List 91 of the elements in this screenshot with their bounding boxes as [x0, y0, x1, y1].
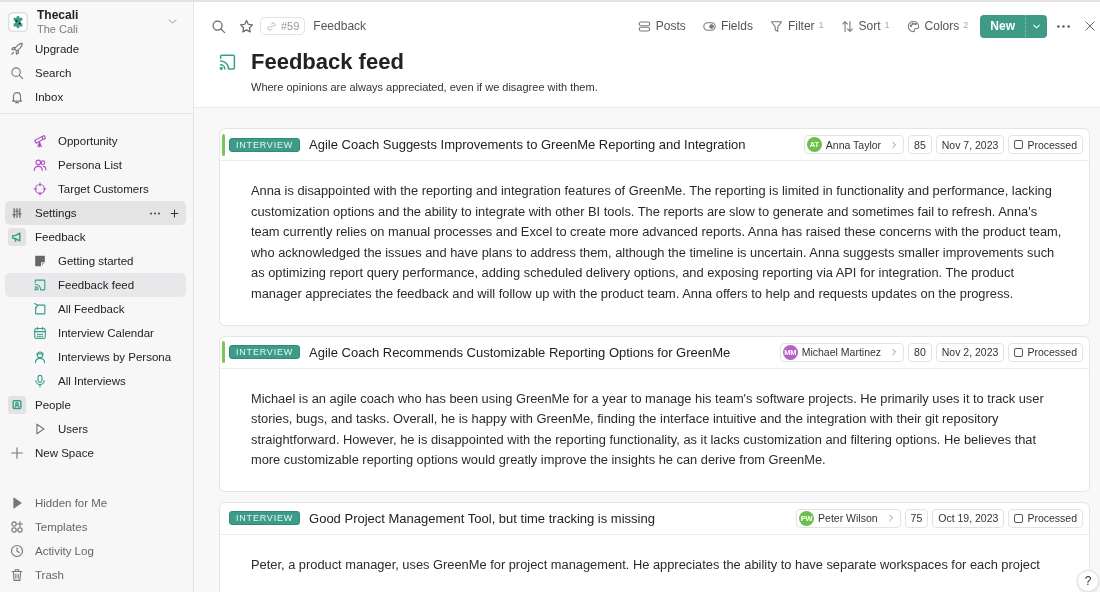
toggle-icon [702, 19, 716, 33]
post-body: Peter, a product manager, uses GreenMe for project management. He appreciates the ability to have separate workspaces for each project [251, 555, 1040, 574]
chevron-right-icon [886, 514, 895, 523]
post-title: Agile Coach Suggests Improvements to GreenMe Reporting and Integration [309, 137, 746, 152]
feed-icon [217, 52, 238, 72]
plus-icon[interactable] [170, 208, 179, 218]
sidebar-item[interactable]: Users [5, 417, 186, 441]
nav-item[interactable]: Activity Log [5, 539, 186, 563]
crosshair-icon [33, 182, 47, 196]
logo-icon [8, 11, 28, 32]
nav-item[interactable]: Upgrade [5, 37, 186, 61]
sidebar-item[interactable]: Getting started [5, 249, 186, 273]
new-space-button[interactable]: New Space [5, 441, 186, 465]
more-icon[interactable] [150, 211, 160, 215]
sort-icon [840, 19, 854, 33]
sidebar-item[interactable]: Target Customers [5, 177, 186, 201]
sidebar-item[interactable]: Interview Calendar [5, 321, 186, 345]
sort-button[interactable]: Sort 1 [840, 14, 890, 38]
processed-checkbox[interactable]: Processed [1008, 508, 1083, 528]
link-icon [266, 20, 277, 32]
post-title: Agile Coach Recommends Customizable Reporting Options for GreenMe [309, 344, 731, 360]
person-icon [33, 350, 47, 364]
rocket-icon [10, 42, 24, 56]
score-chip: 75 [904, 508, 929, 528]
microphone-icon [33, 374, 47, 388]
workspace-name: Thecali [37, 7, 80, 22]
more-icon[interactable] [1057, 24, 1070, 28]
post-body: Michael is an agile coach who has been using GreenMe for a year to manage his team's software projects. He primarily uses it to track user stories, bugs, and tasks. Overall, he is happy with GreenMe, finding the interface intuitive and the integration with their git repository straightforward. However, he is disappointed with the reporting functionality, as it lacks customization and filtering options. He believes that more customizable reporting options would greatly improve the insights he can derive from GreenMe. [251, 389, 1045, 470]
chevron-right-icon [890, 140, 899, 149]
nav-item[interactable]: Hidden for Me [5, 491, 186, 515]
score-chip: 85 [908, 135, 932, 154]
calendar-icon [33, 326, 47, 340]
sidebar-item[interactable]: Opportunity [5, 129, 186, 153]
triangle-icon [33, 422, 47, 436]
trash-icon [10, 568, 24, 582]
filter-button[interactable]: Filter 1 [769, 14, 824, 38]
shapes-icon [10, 520, 24, 534]
frame-icon [33, 302, 47, 316]
people-icon [33, 158, 47, 172]
close-icon[interactable] [1084, 20, 1096, 32]
filter-icon [769, 19, 783, 33]
checkbox[interactable] [1014, 513, 1024, 523]
feed-icon [33, 278, 47, 292]
star-icon[interactable] [239, 18, 254, 34]
sidebar-item[interactable]: All Feedback [5, 297, 186, 321]
clock-icon [10, 544, 24, 558]
sidebar-item[interactable]: Feedback feed [5, 273, 186, 297]
post-title: Good Project Management Tool, but time tracking is missing [309, 510, 655, 526]
sidebar-item[interactable]: Interviews by Persona [5, 345, 186, 369]
nav-item[interactable]: Templates [5, 515, 186, 539]
sidebar-item[interactable]: People [5, 393, 186, 417]
workspace-subtitle: The Cali [37, 21, 79, 36]
date-chip: Nov 7, 2023 [935, 135, 1005, 154]
chevron-right-icon [890, 348, 899, 357]
colors-button[interactable]: Colors 2 [906, 14, 969, 38]
score-chip: 80 [908, 342, 932, 362]
new-menu-button[interactable] [1025, 14, 1047, 38]
checkbox[interactable] [1014, 140, 1024, 149]
telescope-icon [33, 134, 47, 148]
bell-icon [10, 90, 24, 104]
search-icon[interactable] [211, 18, 226, 34]
type-tag: INTERVIEW [229, 511, 301, 526]
chevron-down-icon [1032, 21, 1041, 31]
nav-item[interactable]: Inbox [5, 85, 186, 109]
rows-icon [637, 19, 651, 33]
type-tag: INTERVIEW [229, 137, 301, 152]
date-chip: Oct 19, 2023 [932, 508, 1005, 528]
posts-button[interactable]: Posts [637, 14, 686, 38]
sidebar-item[interactable]: Persona List [5, 153, 186, 177]
page-subtitle: Where opinions are always appreciated, even if we disagree with them. [251, 81, 599, 94]
caret-icon [10, 496, 24, 510]
nav-item[interactable]: Trash [5, 563, 186, 587]
contact-card-icon [8, 396, 26, 414]
processed-checkbox[interactable]: Processed [1008, 135, 1083, 154]
palette-icon [906, 19, 920, 33]
date-chip: Nov 2, 2023 [935, 342, 1005, 362]
type-tag: INTERVIEW [229, 345, 301, 360]
search-icon [10, 66, 24, 80]
sidebar-item[interactable]: All Interviews [5, 369, 186, 393]
checkbox[interactable] [1014, 347, 1024, 357]
sidebar-item[interactable]: Feedback [5, 225, 186, 249]
plus-icon [10, 446, 24, 460]
fields-button[interactable]: Fields [702, 14, 753, 38]
page-title: Feedback feed [251, 50, 404, 74]
breadcrumb-link[interactable]: Feedback [313, 19, 367, 33]
processed-checkbox[interactable]: Processed [1008, 342, 1083, 362]
document-icon [33, 254, 47, 268]
nav-item[interactable]: Search [5, 61, 186, 85]
post-body: Anna is disappointed with the reporting and integration features of GreenMe. The reporting is limited in functionality and performance, lacking customization options and the ability to integrate with other BI tools. The reports are slow to generate and sometimes fail to refresh. Anna's team currently relies on manual processes and Excel to create more advanced reports. Anna has raised these concerns with the product team, who acknowledged the issues and have plans to address them, although the timeline is uncertain. Anna suggests smaller improvements such as optimizing report query performance, adding scheduled delivery options, and exposing reporting via API for integration. The product manager appreciates the feedback and will follow up with the product team. Anna offers to help and requests updates on the progress. [251, 182, 1063, 303]
megaphone-icon [8, 228, 26, 246]
sidebar-item[interactable]: Settings [5, 201, 186, 225]
